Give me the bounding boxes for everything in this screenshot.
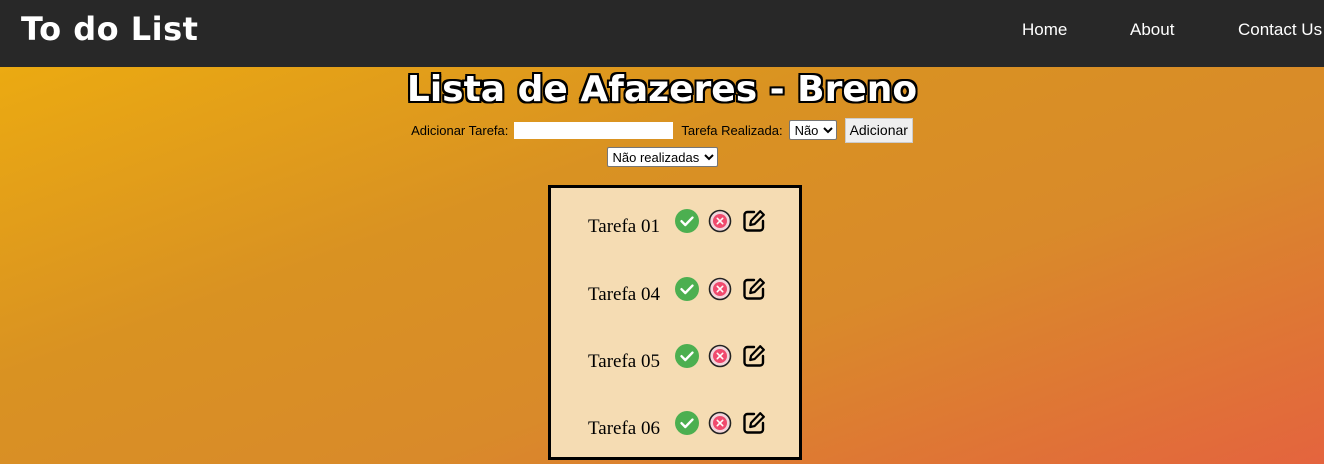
done-select[interactable]: Não	[788, 120, 837, 140]
close-circle-icon[interactable]	[708, 277, 732, 301]
task-label: Tarefa 04	[588, 284, 660, 305]
nav-home[interactable]: Home	[1022, 20, 1067, 40]
filter-row: Não realizadas	[0, 146, 1324, 168]
add-task-form: Adicionar Tarefa: Tarefa Realizada: Não …	[0, 117, 1324, 143]
nav-about[interactable]: About	[1130, 20, 1174, 40]
task-input-label: Adicionar Tarefa:	[411, 122, 509, 138]
filter-select[interactable]: Não realizadas	[606, 147, 718, 167]
check-circle-icon[interactable]	[674, 410, 700, 436]
edit-icon[interactable]	[741, 208, 767, 234]
check-circle-icon[interactable]	[674, 208, 700, 234]
task-label: Tarefa 06	[588, 418, 660, 439]
nav-contact[interactable]: Contact Us	[1238, 20, 1322, 40]
task-item: Tarefa 05	[551, 343, 799, 375]
edit-icon[interactable]	[741, 410, 767, 436]
task-item: Tarefa 04	[551, 276, 799, 308]
edit-icon[interactable]	[741, 343, 767, 369]
close-circle-icon[interactable]	[708, 411, 732, 435]
close-circle-icon[interactable]	[708, 209, 732, 233]
task-label: Tarefa 05	[588, 351, 660, 372]
brand-logo[interactable]: To do List	[21, 10, 198, 48]
task-label: Tarefa 01	[588, 216, 660, 237]
page-title: Lista de Afazeres - Breno	[406, 69, 918, 110]
check-circle-icon[interactable]	[674, 276, 700, 302]
edit-icon[interactable]	[741, 276, 767, 302]
task-item: Tarefa 01	[551, 208, 799, 240]
task-input[interactable]	[514, 121, 674, 139]
add-button[interactable]: Adicionar	[844, 117, 913, 143]
close-circle-icon[interactable]	[708, 344, 732, 368]
task-list: Tarefa 01 Tarefa 04 Tarefa 05 Tarefa 06	[548, 185, 802, 460]
task-item: Tarefa 06	[551, 410, 799, 442]
navbar: To do List Home About Contact Us	[0, 0, 1324, 67]
done-select-label: Tarefa Realizada:	[681, 122, 783, 138]
check-circle-icon[interactable]	[674, 343, 700, 369]
